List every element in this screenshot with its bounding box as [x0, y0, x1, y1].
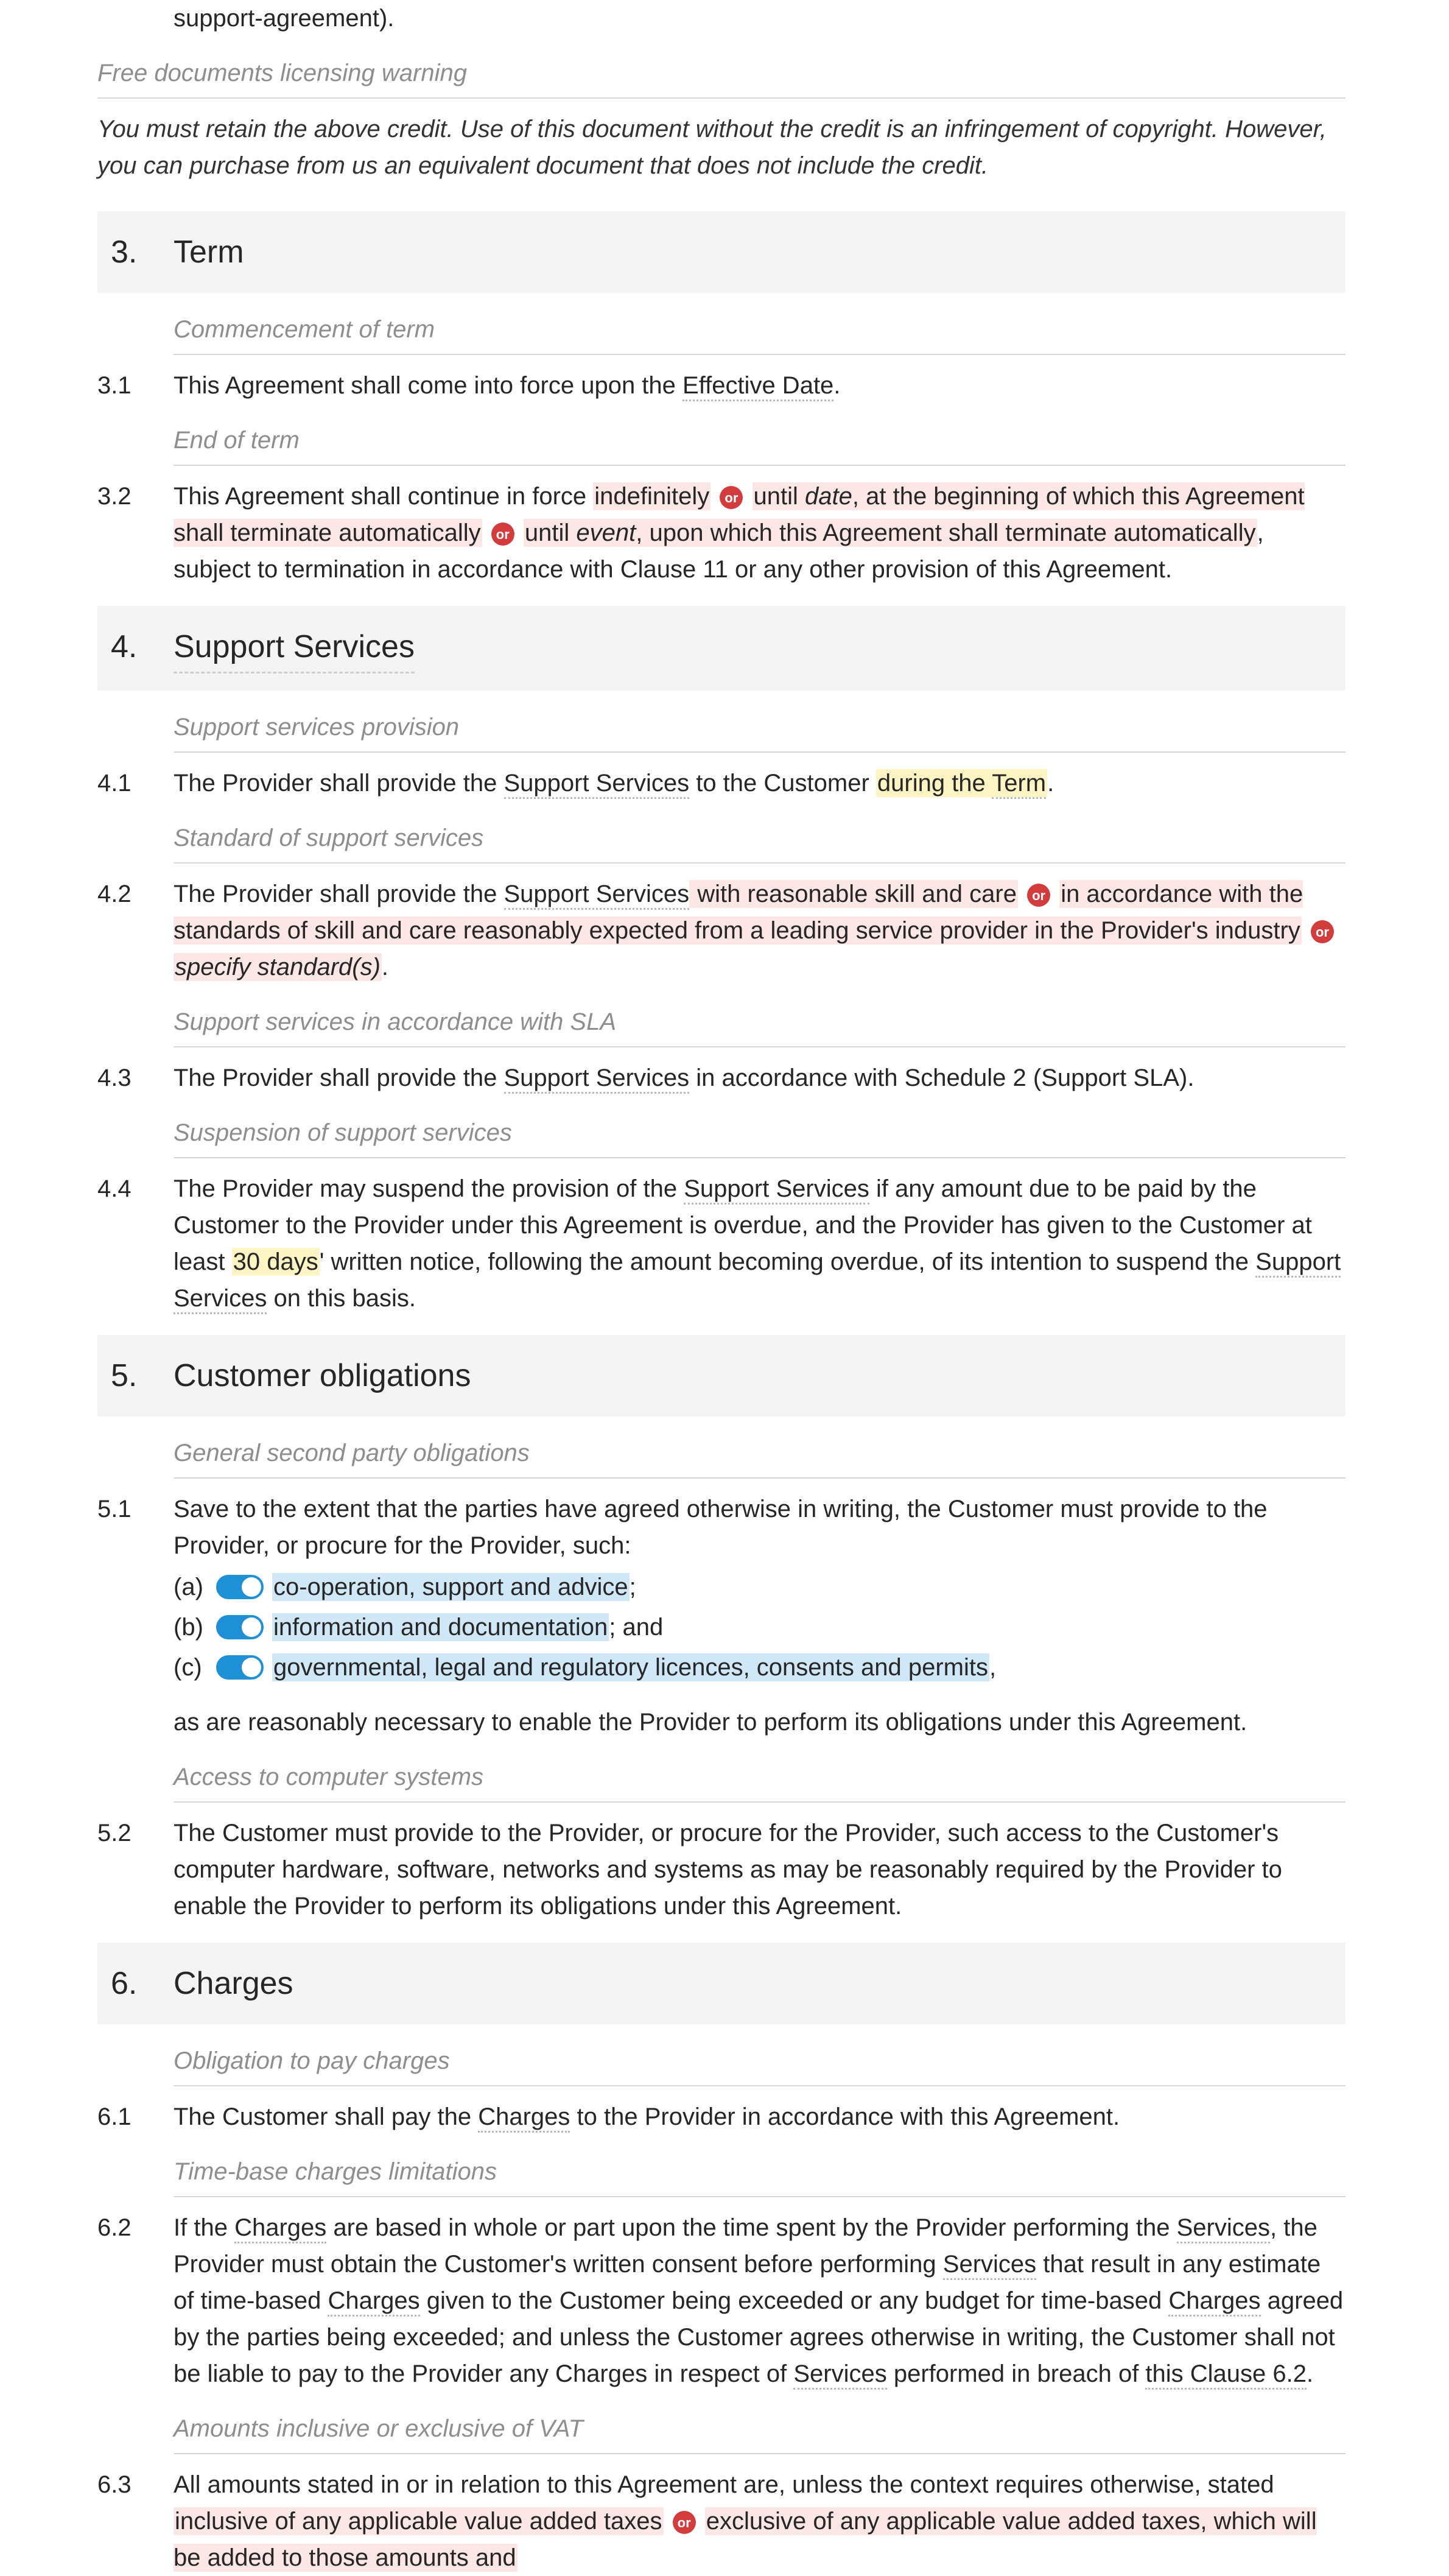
section-number: 6. — [111, 1960, 174, 2007]
clause-number: 4.1 — [97, 765, 174, 801]
defined-term[interactable]: Charges — [234, 2214, 326, 2243]
section-title: Customer obligations — [174, 1352, 471, 1399]
annotation-4-1: Support services provision — [174, 709, 1345, 745]
annotation-3-1: Commencement of term — [174, 311, 1345, 348]
section-title[interactable]: Support Services — [174, 623, 415, 674]
option-text[interactable]: indefinitely — [593, 482, 710, 510]
sub-item-a: (a) co-operation, support and advice; — [174, 1569, 1345, 1605]
section-number: 5. — [111, 1352, 174, 1399]
clause-4-1: 4.1 The Provider shall provide the Suppo… — [97, 765, 1345, 801]
clause-number: 3.2 — [97, 478, 174, 588]
clause-6-2: 6.2 If the Charges are based in whole or… — [97, 2209, 1345, 2392]
defined-term[interactable]: Services — [1177, 2214, 1270, 2243]
clause-number: 6.1 — [97, 2099, 174, 2135]
clause-number: 4.2 — [97, 876, 174, 985]
annotation-3-2: End of term — [174, 422, 1345, 459]
clause-5-1: 5.1 Save to the extent that the parties … — [97, 1491, 1345, 1740]
defined-term[interactable]: Services — [793, 2360, 886, 2390]
clause-body: If the Charges are based in whole or par… — [174, 2209, 1345, 2392]
clause-5-2: 5.2 The Customer must provide to the Pro… — [97, 1815, 1345, 1924]
toggle-switch[interactable] — [216, 1655, 264, 1680]
clause-number: 6.3 — [97, 2466, 174, 2576]
section-4: 4. Support Services — [97, 606, 1345, 691]
clause-number: 5.1 — [97, 1491, 174, 1740]
defined-term[interactable]: Support Services — [504, 881, 690, 910]
option-text[interactable]: with reasonable skill and care — [689, 880, 1018, 908]
clause-body: Save to the extent that the parties have… — [174, 1491, 1345, 1740]
clause-body: This Agreement shall come into force upo… — [174, 367, 1345, 404]
clause-6-1: 6.1 The Customer shall pay the Charges t… — [97, 2099, 1345, 2135]
clause-body: This Agreement shall continue in force i… — [174, 478, 1345, 588]
licensing-warning-text: You must retain the above credit. Use of… — [97, 111, 1345, 184]
annotation-5-1: General second party obligations — [174, 1435, 1345, 1471]
section-title: Term — [174, 228, 244, 276]
sub-item-b: (b) information and documentation; and — [174, 1609, 1345, 1645]
defined-term[interactable]: Charges — [1168, 2287, 1260, 2317]
annotation-6-3: Amounts inclusive or exclusive of VAT — [174, 2410, 1345, 2447]
or-badge[interactable]: or — [491, 523, 514, 546]
licensing-warning-label: Free documents licensing warning — [97, 55, 1345, 91]
editable-field[interactable]: during the Term — [876, 769, 1047, 797]
toggle-clause-text[interactable]: information and documentation — [272, 1613, 609, 1641]
clause-4-2: 4.2 The Provider shall provide the Suppo… — [97, 876, 1345, 985]
option-text[interactable]: until event, upon which this Agreement s… — [524, 519, 1257, 547]
annotation-4-2: Standard of support services — [174, 820, 1345, 856]
annotation-4-3: Support services in accordance with SLA — [174, 1004, 1345, 1040]
clause-4-3: 4.3 The Provider shall provide the Suppo… — [97, 1060, 1345, 1096]
option-text[interactable]: inclusive of any applicable value added … — [174, 2507, 664, 2535]
defined-term[interactable]: Support Services — [684, 1175, 869, 1205]
toggle-switch[interactable] — [216, 1575, 264, 1599]
clause-3-1: 3.1 This Agreement shall come into force… — [97, 367, 1345, 404]
partial-top-line: support-agreement). — [174, 0, 1345, 37]
annotation-6-2: Time-base charges limitations — [174, 2153, 1345, 2190]
or-badge[interactable]: or — [1027, 884, 1050, 907]
defined-term[interactable]: Charges — [328, 2287, 419, 2317]
section-number: 3. — [111, 228, 174, 276]
editable-field[interactable]: 30 days — [232, 1248, 320, 1276]
toggle-clause-text[interactable]: co-operation, support and advice — [272, 1573, 630, 1601]
clause-number: 6.2 — [97, 2209, 174, 2392]
clause-number: 5.2 — [97, 1815, 174, 1924]
option-text[interactable]: specify standard(s) — [174, 953, 382, 981]
or-badge[interactable]: or — [720, 486, 743, 509]
annotation-6-1: Obligation to pay charges — [174, 2043, 1345, 2079]
clause-6-3: 6.3 All amounts stated in or in relation… — [97, 2466, 1345, 2576]
section-3: 3. Term — [97, 211, 1345, 293]
defined-term[interactable]: this Clause 6.2 — [1145, 2360, 1307, 2390]
clause-number: 4.4 — [97, 1170, 174, 1317]
defined-term[interactable]: Services — [943, 2251, 1036, 2280]
clause-body: The Provider may suspend the provision o… — [174, 1170, 1345, 1317]
section-number: 4. — [111, 623, 174, 670]
clause-body: The Provider shall provide the Support S… — [174, 876, 1345, 985]
clause-body: The Provider shall provide the Support S… — [174, 1060, 1345, 1096]
sub-item-c: (c) governmental, legal and regulatory l… — [174, 1649, 1345, 1686]
defined-term[interactable]: Effective Date — [682, 372, 833, 401]
defined-term[interactable]: Support Services — [504, 770, 690, 799]
section-title: Charges — [174, 1960, 293, 2007]
clause-body: The Customer shall pay the Charges to th… — [174, 2099, 1345, 2135]
or-badge[interactable]: or — [673, 2511, 696, 2534]
annotation-5-2: Access to computer systems — [174, 1759, 1345, 1795]
clause-4-4: 4.4 The Provider may suspend the provisi… — [97, 1170, 1345, 1317]
clause-3-2: 3.2 This Agreement shall continue in for… — [97, 478, 1345, 588]
clause-body: All amounts stated in or in relation to … — [174, 2466, 1345, 2576]
toggle-switch[interactable] — [216, 1615, 264, 1639]
or-badge[interactable]: or — [1311, 920, 1334, 943]
section-5: 5. Customer obligations — [97, 1335, 1345, 1416]
clause-number: 4.3 — [97, 1060, 174, 1096]
toggle-clause-text[interactable]: governmental, legal and regulatory licen… — [272, 1653, 989, 1681]
defined-term[interactable]: Support Services — [504, 1065, 690, 1094]
section-6: 6. Charges — [97, 1943, 1345, 2024]
annotation-4-4: Suspension of support services — [174, 1114, 1345, 1151]
clause-body: The Provider shall provide the Support S… — [174, 765, 1345, 801]
clause-body: The Customer must provide to the Provide… — [174, 1815, 1345, 1924]
defined-term[interactable]: Charges — [478, 2103, 570, 2133]
clause-number: 3.1 — [97, 367, 174, 404]
